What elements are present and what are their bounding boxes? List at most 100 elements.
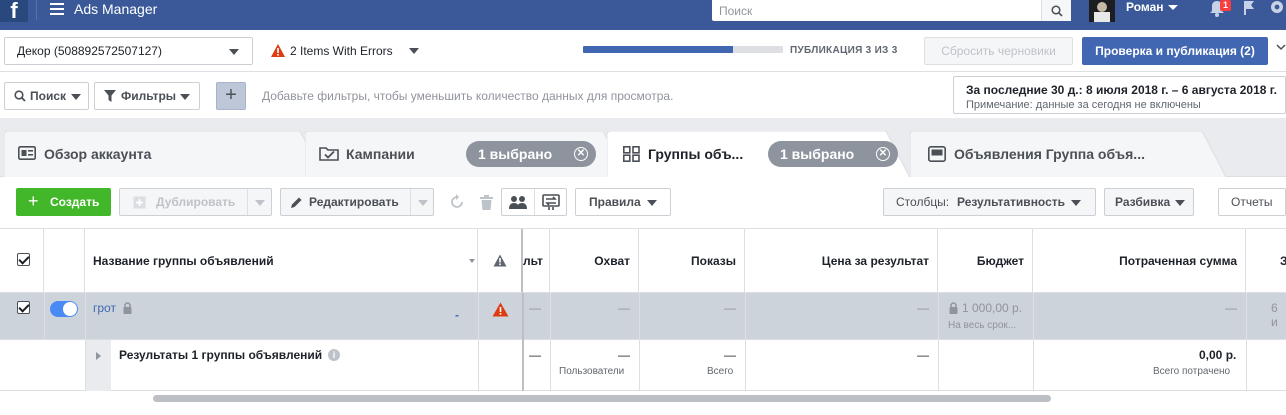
header-extra[interactable]: З [1246,229,1286,293]
chevron-down-icon[interactable] [418,200,428,206]
account-selector[interactable]: Декор (508892572507127) [4,37,253,65]
user-name[interactable]: Роман [1126,0,1164,14]
chevron-right-icon[interactable] [96,352,101,360]
selected-count: 1 выбрано [780,146,855,162]
error-icon[interactable] [492,302,509,317]
edit-button[interactable]: Редактировать [280,188,434,216]
select-all-checkbox[interactable] [17,253,30,266]
header-impressions[interactable]: Показы [639,229,745,293]
totals-label: Результаты 1 группы объявлений [119,348,323,362]
gear-icon[interactable] [1268,0,1286,18]
app-title: Ads Manager [74,1,158,17]
chevron-down-icon [1071,200,1081,206]
ad-set-name-link[interactable]: грот [93,301,116,315]
search-filter-button[interactable]: Поиск [4,82,89,110]
selected-pill[interactable]: 1 выбрано ✕ [466,141,596,167]
sort-icon[interactable] [469,259,475,263]
scrollbar-thumb[interactable] [153,395,1051,402]
header-budget[interactable]: Бюджет [938,229,1033,293]
expand-cell[interactable] [85,340,111,391]
row-reach-value: — [618,301,630,315]
close-icon[interactable]: ✕ [876,147,890,161]
menu-icon[interactable] [50,3,64,18]
tab-ad-sets[interactable]: Группы объ... 1 выбрано ✕ [607,131,910,178]
row-spent-value: — [1225,301,1237,315]
totals-impressions-sub: Всего [707,366,734,377]
chevron-down-icon [229,49,239,55]
date-range-picker[interactable]: За последние 30 д.: 8 июля 2018 г. – 6 а… [953,76,1286,114]
selected-pill[interactable]: 1 выбрано ✕ [768,141,898,167]
columns-prefix: Столбцы: [896,195,950,209]
add-filter-button[interactable]: + [216,82,246,110]
header-results[interactable]: льт [523,229,550,293]
tab-label: Кампании [346,146,415,162]
totals-spent-value: 0,00 р. [1199,348,1237,362]
funnel-icon [104,90,116,102]
notification-badge: 1 [1220,0,1232,11]
header-ad-set-name[interactable]: Название группы объявлений [85,229,478,293]
grid-line [478,293,479,391]
rules-label: Правила [589,195,641,209]
grid-icon [623,146,640,162]
refresh-button[interactable] [442,188,472,216]
search-button[interactable] [1041,0,1071,21]
header-delivery-warning [478,229,523,293]
edit-label: Редактировать [309,195,399,209]
breakdown-button[interactable]: Разбивка [1104,188,1194,216]
table-row[interactable] [0,293,1286,340]
filters-button[interactable]: Фильтры [94,82,200,110]
totals-impressions-value: — [724,348,736,362]
tab-account-overview[interactable]: Обзор аккаунта [4,131,324,177]
account-overview-icon [18,146,36,160]
swap-icon[interactable] [542,194,560,211]
pencil-icon [291,197,302,208]
ab-test-icon[interactable] [509,195,527,211]
filter-hint: Добавьте фильтры, чтобы уменьшить количе… [262,89,674,103]
trash-icon [479,194,493,210]
facebook-logo[interactable]: f [0,0,28,22]
delete-button[interactable] [471,188,501,216]
chevron-down-icon[interactable] [1276,44,1286,52]
delivery-link[interactable]: - [455,308,459,322]
tab-campaigns[interactable]: Кампании 1 выбрано ✕ [305,131,627,177]
row-budget-note: На весь срок... [948,320,1017,331]
tab-label: Объявления Группа объя... [954,146,1145,162]
discard-drafts-button[interactable]: Сбросить черновики [924,37,1073,65]
avatar[interactable] [1089,0,1115,22]
grid-line [44,293,45,340]
chevron-down-icon[interactable] [409,48,419,54]
rules-button[interactable]: Правила [575,188,671,216]
search-input[interactable] [712,0,1040,21]
chevron-down-icon[interactable] [1168,5,1178,10]
create-button[interactable]: + Создать [16,188,111,216]
duplicate-button[interactable]: Дублировать [119,188,272,216]
divider [36,0,37,20]
publish-status: ПУБЛИКАЦИЯ 3 ИЗ 3 [790,45,898,56]
chevron-down-icon [1175,200,1185,206]
errors-dropdown[interactable]: 2 Items With Errors [290,44,393,58]
ad-set-toggle[interactable] [50,301,78,317]
ab-test-group [501,188,567,216]
reports-button[interactable]: Отчеты [1218,188,1286,216]
row-checkbox[interactable] [17,301,30,314]
folder-check-icon [319,147,339,161]
review-publish-button[interactable]: Проверка и публикация (2) [1082,37,1268,65]
totals-results-value: — [529,348,541,362]
columns-button[interactable]: Столбцы: Результативность [883,188,1096,216]
info-icon[interactable]: i [328,349,340,361]
chevron-down-icon[interactable] [255,200,265,206]
totals-reach-sub: Пользователи [559,366,625,377]
header-amount-spent[interactable]: Потраченная сумма [1033,229,1246,293]
row-impressions-value: — [724,301,736,315]
tab-label: Обзор аккаунта [44,146,152,162]
tab-ads[interactable]: Объявления Группа объя... [910,131,1226,177]
date-range: За последние 30 д.: 8 июля 2018 г. – 6 а… [966,83,1277,97]
duplicate-label: Дублировать [156,195,236,209]
search-icon [1050,4,1063,17]
header-cost-per-result[interactable]: Цена за результат [745,229,938,293]
refresh-icon [451,194,463,208]
header-reach[interactable]: Охват [550,229,639,293]
flag-icon[interactable] [1242,0,1258,16]
close-icon[interactable]: ✕ [574,147,588,161]
errors-label: 2 Items With Errors [290,44,393,58]
